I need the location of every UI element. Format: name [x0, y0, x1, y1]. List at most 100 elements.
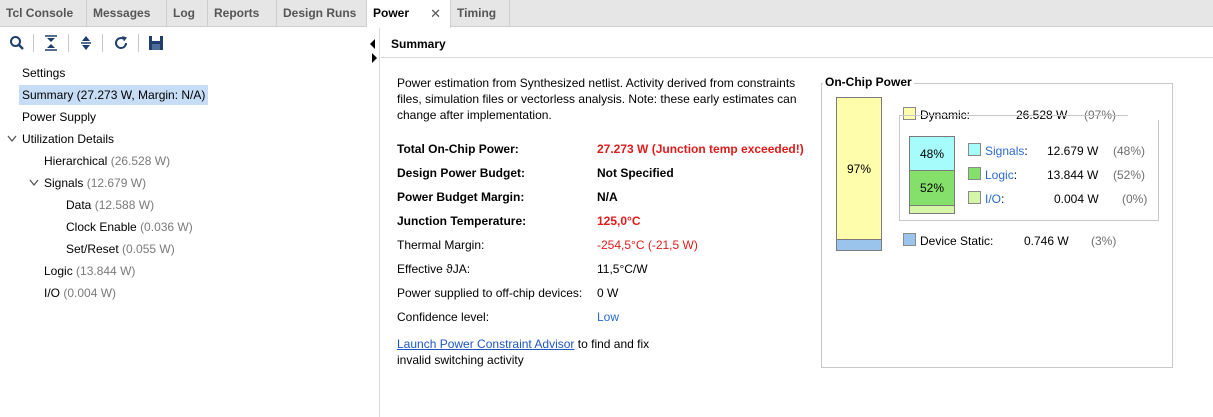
logic-colon: :: [1013, 168, 1018, 182]
tree-item-value: (0.036 W): [140, 220, 193, 234]
tab-label: Design Runs: [283, 6, 357, 20]
row-label: Junction Temperature:: [397, 214, 527, 228]
row-value: Not Specified: [597, 166, 674, 180]
save-icon[interactable]: [147, 34, 165, 52]
tree-item-label: I/O: [44, 286, 61, 300]
tree-item-set-reset[interactable]: Set/Reset (0.055 W): [66, 239, 175, 259]
row-label: Design Power Budget:: [397, 166, 526, 180]
tree-item-settings[interactable]: Settings: [22, 63, 65, 83]
row-value: 0 W: [597, 286, 619, 300]
tree-item-label: Power Supply: [22, 110, 97, 124]
toolbar-separator: [33, 34, 34, 52]
signals-segment: 48%: [910, 137, 954, 171]
tab-reports[interactable]: Reports: [208, 0, 277, 27]
row-value: 125,0°C: [597, 214, 641, 228]
tree-item-data[interactable]: Data (12.588 W): [66, 195, 154, 215]
row-value: 11,5°C/W: [597, 262, 648, 276]
advisor-text: to find and fix: [577, 337, 650, 351]
collapse-all-icon[interactable]: [42, 34, 60, 52]
signals-pct: (48%): [1113, 144, 1146, 158]
summary-header: Summary: [381, 28, 1213, 58]
logic-swatch: [968, 167, 981, 180]
expand-right-icon[interactable]: [372, 53, 377, 63]
io-colon: :: [1001, 192, 1005, 206]
tree-item-signals[interactable]: Signals (12.679 W): [44, 173, 146, 193]
signals-swatch: [968, 143, 981, 156]
tree-item-label: Clock Enable: [66, 220, 137, 234]
tab-bar: Tcl Console Messages Log Reports Design …: [0, 0, 1213, 28]
tab-messages[interactable]: Messages: [87, 0, 167, 27]
tab-design-runs[interactable]: Design Runs: [277, 0, 367, 27]
chevron-down-icon[interactable]: [29, 179, 39, 187]
row-value: 27.273 W (Junction temp exceeded!): [597, 142, 804, 156]
advisor-line-2: invalid switching activity: [397, 351, 524, 369]
tree-item-logic[interactable]: Logic (13.844 W): [44, 261, 135, 281]
tree-item-label: Data: [66, 198, 92, 212]
tree-item-label: Utilization Details: [22, 132, 115, 146]
tree-item-label: Summary (27.273 W, Margin: N/A): [22, 88, 206, 102]
collapse-left-icon[interactable]: [370, 39, 375, 49]
signals-link[interactable]: Signals: [985, 144, 1024, 158]
tab-label: Log: [173, 6, 195, 20]
page-title: Summary: [391, 37, 446, 51]
row-label: Effective ϑJA:: [397, 262, 471, 276]
chevron-down-icon[interactable]: [7, 135, 17, 143]
tab-timing[interactable]: Timing: [451, 0, 510, 27]
logic-segment: 52%: [910, 171, 954, 206]
tree-item-label: Signals: [44, 176, 84, 190]
tab-label: Reports: [214, 6, 260, 20]
tab-label: Messages: [93, 6, 151, 20]
refresh-icon[interactable]: [112, 34, 130, 52]
tab-tcl-console[interactable]: Tcl Console: [0, 0, 87, 27]
expand-icon[interactable]: [77, 34, 95, 52]
tree-item-value: (13.844 W): [76, 264, 136, 278]
row-label: Thermal Margin:: [397, 238, 485, 252]
navigation-panel: Settings Summary (27.273 W, Margin: N/A)…: [0, 28, 380, 417]
tab-label: Timing: [457, 6, 497, 20]
io-value: 0.004 W: [1054, 192, 1099, 206]
signals-colon: :: [1024, 144, 1028, 158]
logic-pct: (52%): [1113, 168, 1146, 182]
dynamic-pct-label: 97%: [846, 162, 872, 176]
logic-legend: Logic:: [985, 167, 1017, 183]
toolbar: [0, 28, 379, 58]
dynamic-breakdown-bar: 48% 52%: [909, 136, 955, 214]
tree-item-label: Hierarchical: [44, 154, 108, 168]
tree-item-io[interactable]: I/O (0.004 W): [44, 283, 116, 303]
device-static-label: Device Static:: [920, 234, 994, 248]
tree-item-power-supply[interactable]: Power Supply: [22, 107, 96, 127]
box-gap: [1128, 110, 1162, 120]
search-icon[interactable]: [8, 34, 26, 52]
tab-label: Tcl Console: [6, 6, 74, 20]
device-static-value: 0.746 W: [1024, 234, 1069, 248]
tree-item-utilization-details[interactable]: Utilization Details: [22, 129, 114, 149]
logic-link[interactable]: Logic: [985, 168, 1014, 182]
row-value: -254,5°C (-21,5 W): [597, 238, 698, 252]
tree-item-label: Logic: [44, 264, 73, 278]
advisor-text: invalid switching activity: [397, 353, 524, 367]
tree-item-value: (26.528 W): [110, 154, 171, 168]
tab-power[interactable]: Power ✕: [367, 0, 451, 28]
row-label: Power supplied to off-chip devices:: [397, 286, 583, 300]
row-label: Power Budget Margin:: [397, 190, 525, 204]
tree-item-summary[interactable]: Summary (27.273 W, Margin: N/A): [19, 85, 209, 105]
toolbar-separator: [138, 34, 139, 52]
summary-description: Power estimation from Synthesized netlis…: [397, 76, 797, 122]
row-label: Confidence level:: [397, 310, 490, 324]
tab-log[interactable]: Log: [167, 0, 208, 27]
row-value: N/A: [597, 190, 618, 204]
static-swatch: [903, 233, 916, 246]
on-chip-power-title: On-Chip Power: [823, 75, 914, 89]
toolbar-separator: [68, 34, 69, 52]
row-label: Total On-Chip Power:: [397, 142, 519, 156]
static-segment: [837, 239, 881, 250]
tree-item-value: (12.679 W): [86, 176, 147, 190]
launch-power-constraint-advisor-link[interactable]: Launch Power Constraint Advisor: [397, 337, 574, 351]
tree-item-value: (12.588 W): [94, 198, 155, 212]
io-link[interactable]: I/O: [985, 192, 1001, 206]
close-icon[interactable]: ✕: [430, 0, 441, 27]
device-static-pct: (3%): [1091, 234, 1117, 248]
tree-item-hierarchical[interactable]: Hierarchical (26.528 W): [44, 151, 170, 171]
confidence-level-link[interactable]: Low: [597, 308, 619, 326]
tree-item-clock-enable[interactable]: Clock Enable (0.036 W): [66, 217, 193, 237]
